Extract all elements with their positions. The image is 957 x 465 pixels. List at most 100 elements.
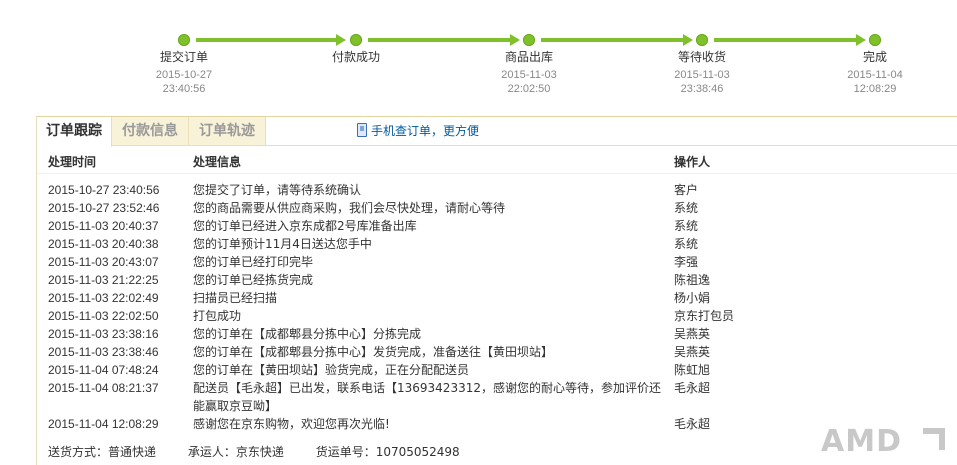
step-date: 2015-11-04 bbox=[847, 69, 903, 81]
tab-order-tracking[interactable]: 订单跟踪 bbox=[37, 117, 112, 147]
amd-arrow-icon bbox=[923, 428, 945, 450]
step-date: 2015-10-27 bbox=[155, 69, 213, 81]
table-row: 2015-11-03 22:02:50 打包成功 京东打包员 bbox=[37, 307, 957, 325]
row-time: 2015-11-03 22:02:50 bbox=[48, 309, 159, 323]
tracking-number: 货运单号：10705052498 bbox=[315, 445, 460, 459]
header-info: 处理信息 bbox=[193, 155, 242, 169]
progress-step-shipped: 商品出库 2015-11-03 22:02:50 bbox=[469, 50, 589, 96]
row-time: 2015-11-03 20:40:37 bbox=[48, 219, 159, 233]
amd-logo-text: AMD bbox=[821, 424, 902, 459]
step-date: 2015-11-03 bbox=[674, 69, 730, 81]
row-time: 2015-10-27 23:40:56 bbox=[48, 183, 160, 197]
row-info: 您的订单在【黄田坝站】验货完成，正在分配配送员 bbox=[193, 363, 470, 377]
row-operator: 李强 bbox=[674, 255, 699, 269]
header-operator: 操作人 bbox=[674, 155, 711, 169]
row-info: 您的订单已经拣货完成 bbox=[193, 273, 314, 287]
progress-arrow-icon bbox=[856, 34, 866, 46]
table-row: 2015-10-27 23:52:46 您的商品需要从供应商采购，我们会尽快处理… bbox=[37, 199, 957, 217]
row-time: 2015-10-27 23:52:46 bbox=[48, 201, 160, 215]
progress-line bbox=[196, 38, 336, 42]
row-operator: 陈虹旭 bbox=[674, 363, 711, 377]
row-info: 打包成功 bbox=[193, 309, 242, 323]
table-row: 2015-10-27 23:40:56 您提交了订单，请等待系统确认 客户 bbox=[37, 181, 957, 199]
progress-step-complete: 完成 2015-11-04 12:08:29 bbox=[815, 50, 935, 96]
row-time: 2015-11-03 23:38:46 bbox=[48, 345, 159, 359]
amd-logo: AMD bbox=[821, 422, 951, 462]
step-time: 12:08:29 bbox=[853, 83, 897, 95]
row-time: 2015-11-03 22:02:49 bbox=[48, 291, 159, 305]
step-time: 23:40:56 bbox=[162, 83, 206, 95]
step-date: 2015-11-03 bbox=[501, 69, 557, 81]
table-row: 2015-11-03 23:38:16 您的订单在【成都郫县分拣中心】分拣完成 … bbox=[37, 325, 957, 343]
progress-dot-icon bbox=[523, 34, 535, 46]
progress-arrow-icon bbox=[510, 34, 520, 46]
row-info: 配送员【毛永超】已出发，联系电话【13693423312，感谢您的耐心等待，参加… bbox=[193, 381, 661, 413]
row-info: 您的订单在【成都郫县分拣中心】分拣完成 bbox=[193, 327, 422, 341]
progress-dot-icon bbox=[869, 34, 881, 46]
row-operator: 吴燕英 bbox=[674, 327, 711, 341]
row-info: 您的订单已经打印完毕 bbox=[193, 255, 314, 269]
row-info: 您的商品需要从供应商采购，我们会尽快处理，请耐心等待 bbox=[193, 201, 506, 215]
tab-order-route[interactable]: 订单轨迹 bbox=[189, 117, 266, 145]
row-operator: 系统 bbox=[674, 201, 699, 215]
row-info: 您提交了订单，请等待系统确认 bbox=[193, 183, 362, 197]
table-row: 2015-11-03 20:40:37 您的订单已经进入京东成都2号库准备出库 … bbox=[37, 217, 957, 235]
row-operator: 毛永超 bbox=[674, 417, 711, 431]
progress-dot-icon bbox=[178, 34, 190, 46]
row-time: 2015-11-04 12:08:29 bbox=[48, 417, 159, 431]
row-operator: 系统 bbox=[674, 219, 699, 233]
progress-step-awaiting: 等待收货 2015-11-03 23:38:46 bbox=[642, 50, 762, 96]
step-label: 商品出库 bbox=[504, 50, 553, 64]
row-info: 扫描员已经扫描 bbox=[193, 291, 278, 305]
progress-line bbox=[368, 38, 510, 42]
row-info: 您的订单已经进入京东成都2号库准备出库 bbox=[193, 219, 417, 233]
header-time: 处理时间 bbox=[48, 155, 97, 169]
row-info: 您的订单在【成都郫县分拣中心】发货完成，准备送往【黄田坝站】 bbox=[193, 345, 554, 359]
progress-dot-icon bbox=[696, 34, 708, 46]
progress-step-paid: 付款成功 bbox=[296, 50, 416, 68]
step-time: 23:38:46 bbox=[680, 83, 724, 95]
table-row: 2015-11-03 21:22:25 您的订单已经拣货完成 陈祖逸 bbox=[37, 271, 957, 289]
progress-dot-icon bbox=[350, 34, 362, 46]
table-header: 处理时间 处理信息 操作人 bbox=[37, 153, 957, 174]
row-info: 您的订单预计11月4日送达您手中 bbox=[193, 237, 372, 251]
progress-step-submit: 提交订单 2015-10-27 23:40:56 bbox=[124, 50, 244, 96]
table-row: 2015-11-03 20:40:38 您的订单预计11月4日送达您手中 系统 bbox=[37, 235, 957, 253]
step-label: 付款成功 bbox=[331, 50, 380, 64]
progress-line bbox=[714, 38, 856, 42]
row-operator: 客户 bbox=[674, 183, 699, 197]
row-operator: 京东打包员 bbox=[674, 309, 735, 323]
step-label: 提交订单 bbox=[159, 50, 208, 64]
mobile-query-link[interactable]: 手机查订单，更方便 bbox=[357, 117, 479, 145]
row-time: 2015-11-03 20:43:07 bbox=[48, 255, 159, 269]
row-operator: 陈祖逸 bbox=[674, 273, 711, 287]
row-time: 2015-11-03 23:38:16 bbox=[48, 327, 159, 341]
table-row: 2015-11-03 22:02:49 扫描员已经扫描 杨小娟 bbox=[37, 289, 957, 307]
progress-arrow-icon bbox=[683, 34, 693, 46]
mobile-link-text: 手机查订单，更方便 bbox=[371, 124, 480, 138]
step-label: 等待收货 bbox=[677, 50, 726, 64]
table-row: 2015-11-04 08:21:37 配送员【毛永超】已出发，联系电话【136… bbox=[37, 379, 957, 415]
progress-arrow-icon bbox=[336, 34, 346, 46]
row-time: 2015-11-03 21:22:25 bbox=[48, 273, 159, 287]
carrier: 承运人：京东快递 bbox=[187, 445, 284, 459]
order-progress-tracker: 提交订单 2015-10-27 23:40:56 付款成功 商品出库 2015-… bbox=[0, 0, 957, 110]
row-operator: 杨小娟 bbox=[674, 291, 711, 305]
table-row: 2015-11-03 23:38:46 您的订单在【成都郫县分拣中心】发货完成，… bbox=[37, 343, 957, 361]
shipping-method: 送货方式：普通快递 bbox=[48, 445, 157, 459]
phone-icon bbox=[357, 123, 367, 137]
row-time: 2015-11-04 08:21:37 bbox=[48, 381, 159, 395]
tracking-rows: 2015-10-27 23:40:56 您提交了订单，请等待系统确认 客户 20… bbox=[37, 181, 957, 433]
row-operator: 吴燕英 bbox=[674, 345, 711, 359]
order-tracking-panel: 订单跟踪 付款信息 订单轨迹 手机查订单，更方便 处理时间 处理信息 操作人 2… bbox=[36, 116, 957, 465]
table-row: 2015-11-04 07:48:24 您的订单在【黄田坝站】验货完成，正在分配… bbox=[37, 361, 957, 379]
shipping-summary: 送货方式：普通快递 承运人：京东快递 货运单号：10705052498 bbox=[48, 443, 488, 461]
tab-bar: 订单跟踪 付款信息 订单轨迹 手机查订单，更方便 bbox=[37, 117, 957, 147]
row-operator: 毛永超 bbox=[674, 381, 711, 395]
progress-line bbox=[541, 38, 683, 42]
tab-payment-info[interactable]: 付款信息 bbox=[112, 117, 189, 145]
step-time: 22:02:50 bbox=[507, 83, 551, 95]
row-operator: 系统 bbox=[674, 237, 699, 251]
table-row: 2015-11-03 20:43:07 您的订单已经打印完毕 李强 bbox=[37, 253, 957, 271]
step-label: 完成 bbox=[862, 50, 887, 64]
